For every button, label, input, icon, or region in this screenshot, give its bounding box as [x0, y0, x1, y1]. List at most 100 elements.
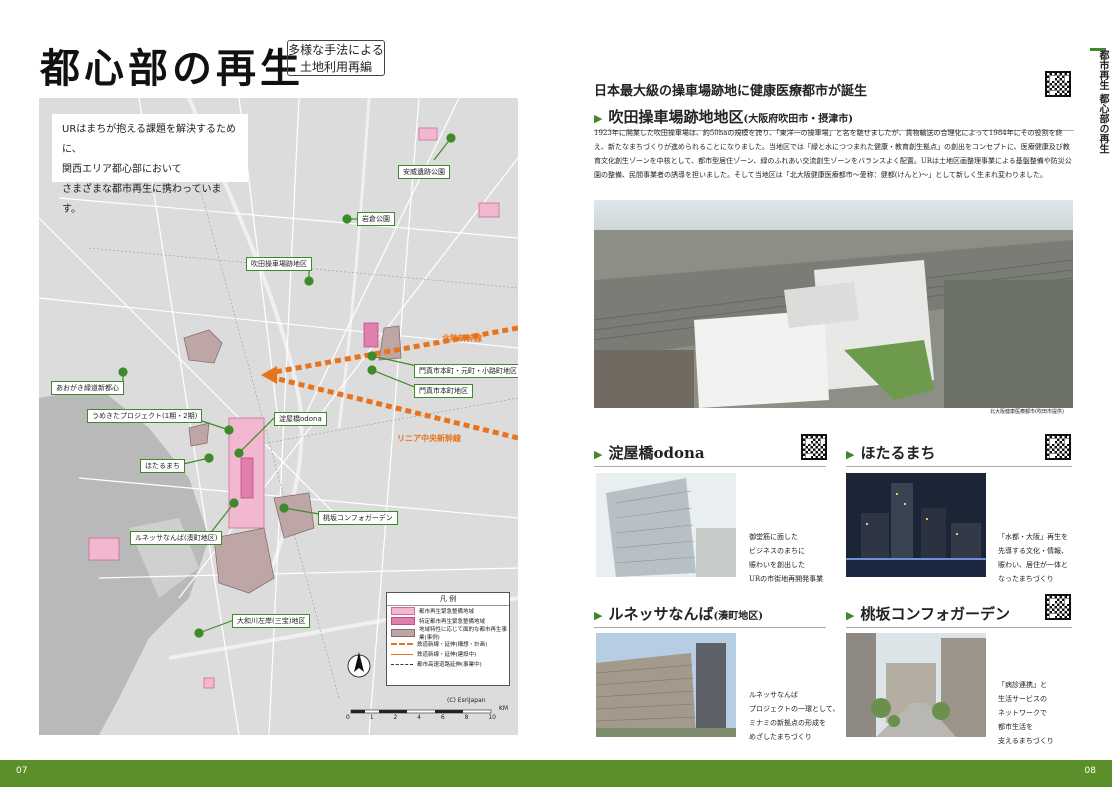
suita-title: 吹田操車場跡地地区	[608, 108, 744, 126]
renaissa-photo-graphic	[596, 633, 736, 737]
caption-line: 「水都・大阪」再生を	[998, 533, 1068, 541]
renaissa-location: (湊町地区)	[713, 611, 763, 622]
subtitle-box: 多様な手法による 土地利用再編	[287, 40, 385, 76]
right-headline: 日本最大級の操車場跡地に健康医療都市が誕生	[594, 84, 868, 99]
hotaru-photo-graphic	[846, 473, 986, 577]
map-label-yodoyabashi-odona: 淀屋橋odona	[274, 412, 327, 426]
qr-code-icon[interactable]	[1045, 434, 1071, 460]
caption-line: なったまちづくり	[998, 575, 1054, 583]
legend-row: 都市高速道路延伸(事業中)	[387, 659, 509, 669]
legend-swatch	[391, 643, 413, 645]
legend-swatch	[391, 653, 413, 655]
suita-body: 1923年に開業した吹田操車場は、約50haの規模を誇り、「東洋一の操車場」と名…	[594, 129, 1072, 179]
suita-location: (大阪府吹田市・摂津市)	[743, 114, 853, 125]
map-label-ai-ruins-park: 安威遺跡公園	[398, 165, 450, 179]
map-label-iwakura-park: 岩倉公園	[357, 212, 395, 226]
momosaka-caption: 「病診連携」と 生活サービスの ネットワークで 都市生活を 支えるまちづくり	[998, 678, 1054, 748]
legend-title: 凡 例	[387, 593, 509, 606]
map-label-yamatogawa: 大和川左岸(三宝)地区	[232, 614, 311, 628]
renaissa-title: ルネッサなんば	[608, 605, 714, 623]
caption-line: 先導する文化・情報、	[998, 547, 1068, 555]
suita-photo-credit: 北大阪健康医療都市(吹田市提供)	[990, 409, 1064, 415]
scale-tick: 6	[440, 714, 445, 721]
hokuriku-shinkansen-label: 北陸新幹線	[442, 334, 482, 343]
subtitle-line2: 土地利用再編	[299, 60, 372, 74]
map-label-aogaki: あおがき緑道新都心	[51, 381, 124, 395]
caption-line: めざしたまちづくり	[749, 733, 812, 741]
map-legend: 凡 例 都市再生緊急整備地域 特定都市再生緊急整備地域 地域特性に応じて面的な都…	[386, 592, 510, 686]
qr-code-icon[interactable]	[801, 434, 827, 460]
legend-swatch	[391, 607, 415, 615]
caption-line: ミナミの新拠点の形成を	[749, 719, 826, 727]
caption-line: 支えるまちづくり	[998, 737, 1054, 745]
scale-tick: 2	[393, 714, 398, 721]
legend-label: 地域特性に応じて面的な都市再生事業(事例)	[419, 626, 508, 641]
legend-label: 都市再生緊急整備地域	[419, 609, 475, 615]
momosaka-section-title: ▶ 桃坂コンフォガーデン	[846, 603, 1072, 628]
triangle-icon: ▶	[846, 609, 855, 622]
legend-swatch	[391, 663, 413, 665]
renaissa-photo	[596, 633, 736, 737]
scale-unit: KM	[499, 705, 509, 712]
qr-code-icon[interactable]	[1045, 71, 1071, 97]
intro-line3: さまざまな都市再生に携わっています。	[62, 184, 222, 215]
page-number-right: 08	[1084, 766, 1096, 776]
legend-row: 鉄道新線・延伸(構想・計画)	[387, 639, 509, 649]
legend-row: 都市再生緊急整備地域	[387, 606, 509, 616]
renaissa-section-title: ▶ ルネッサなんば(湊町地区)	[594, 603, 826, 628]
page-title: 都心部の再生	[40, 45, 304, 92]
triangle-icon: ▶	[594, 609, 603, 622]
triangle-icon: ▶	[594, 112, 603, 125]
legend-label: 鉄道新線・延伸(建設中)	[417, 652, 477, 658]
triangle-icon: ▶	[594, 448, 603, 461]
renaissa-caption: ルネッサなんば プロジェクトの一環として、 ミナミの新拠点の形成を めざしたまち…	[749, 688, 839, 744]
caption-line: URの市街地再開発事業	[749, 575, 824, 583]
caption-line: 賑わい、居住が一体と	[998, 561, 1068, 569]
odona-caption: 御堂筋に面した ビジネスのまちに 賑わいを創出した URの市街地再開発事業	[749, 530, 823, 586]
legend-row: 鉄道新線・延伸(建設中)	[387, 649, 509, 659]
linear-shinkansen-label: リニア中央新幹線	[397, 434, 461, 443]
caption-line: ビジネスのまちに	[749, 547, 805, 555]
caption-line: ルネッサなんば	[749, 691, 798, 699]
momosaka-title: 桃坂コンフォガーデン	[860, 605, 1011, 623]
scale-tick: 10	[488, 714, 496, 721]
momosaka-photo	[846, 633, 986, 737]
odona-photo	[596, 473, 736, 577]
hotaru-photo	[846, 473, 986, 577]
caption-line: ネットワークで	[998, 709, 1047, 717]
hotaru-caption: 「水都・大阪」再生を 先導する文化・情報、 賑わい、居住が一体と なったまちづく…	[998, 530, 1068, 586]
qr-code-icon[interactable]	[1045, 594, 1071, 620]
subtitle-line1: 多様な手法による	[288, 43, 384, 57]
scale-ticks: 0 1 2 4 6 8 10	[346, 714, 496, 721]
legend-row: 地域特性に応じて面的な都市再生事業(事例)	[387, 626, 509, 641]
map-label-hotarumachi: ほたるまち	[140, 459, 185, 473]
triangle-icon: ▶	[846, 448, 855, 461]
odona-photo-graphic	[596, 473, 736, 577]
suita-aerial-photo	[594, 200, 1073, 408]
momosaka-photo-graphic	[846, 633, 986, 737]
map-copyright: (C) EsriJapan	[447, 697, 486, 704]
caption-line: 都市生活を	[998, 723, 1033, 731]
legend-swatch	[391, 628, 415, 637]
odona-title: 淀屋橋odona	[608, 444, 705, 462]
scale-tick: 1	[369, 714, 374, 721]
caption-line: 賑わいを創出した	[749, 561, 805, 569]
hotaru-title: ほたるまち	[860, 444, 936, 462]
map-label-momosaka: 桃坂コンフォガーデン	[318, 511, 398, 525]
caption-line: 「病診連携」と	[998, 681, 1047, 689]
hotaru-section-title: ▶ ほたるまち	[846, 442, 1072, 467]
map-label-kadoma-honmachi-motomachi: 門真市本町・元町・小路町地区	[414, 364, 518, 378]
suita-photo-graphic	[594, 200, 1073, 408]
intro-box: URはまちが抱える課題を解決するために、 関西エリア都心部において さまざまな都…	[52, 114, 248, 215]
odona-section-title: ▶ 淀屋橋odona	[594, 442, 826, 467]
caption-line: 生活サービスの	[998, 695, 1047, 703]
legend-label: 鉄道新線・延伸(構想・計画)	[417, 642, 488, 648]
caption-line: プロジェクトの一環として、	[749, 705, 840, 713]
map-label-kadoma-honmachi: 門真市本町地区	[414, 384, 473, 398]
map-label-renaissa-namba: ルネッサなんば(湊町地区)	[130, 531, 223, 545]
intro-line2: 関西エリア都心部において	[62, 164, 182, 175]
scale-tick: 4	[417, 714, 421, 721]
legend-label: 都市高速道路延伸(事業中)	[417, 662, 482, 668]
page-number-left: 07	[16, 766, 28, 776]
side-tab: 都市再生 都心部の再生	[1097, 50, 1108, 154]
